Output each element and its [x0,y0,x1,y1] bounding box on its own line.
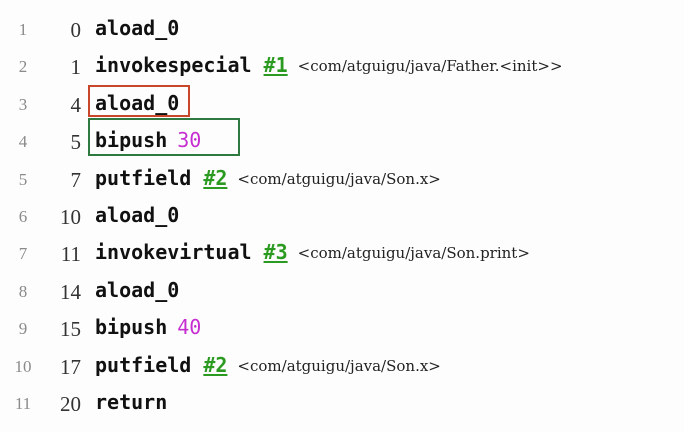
line-number: 9 [18,319,28,339]
opcode: putfield [95,165,192,190]
bytecode-view: 1 0 aload_0 2 1 invokespecial #1 <com/atguigu/j… [0,0,684,432]
instruction: putfield #2 <com/atguigu/java/Son.x> [95,166,441,190]
instruction: bipush 40 [95,315,201,339]
line-number: 4 [18,132,28,152]
line-number: 10 [14,356,32,376]
opcode: invokespecial [95,53,252,78]
line-number: 8 [18,281,28,301]
line-number: 7 [18,244,28,264]
line-number: 1 [18,20,28,39]
instruction: aload_0 [95,203,179,227]
reference-comment: <com/atguigu/java/Son.x> [237,169,441,188]
bytecode-offset: 15 [60,317,81,342]
highlight-box-bipush [88,118,240,156]
bytecode-line: 8 14 aload_0 [0,273,684,311]
bytecode-line: 7 11 invokevirtual #3 <com/atguigu/java/Son.… [0,235,684,273]
bytecode-offset: 5 [70,130,82,155]
line-number: 11 [14,394,32,413]
instruction: aload_0 [95,16,179,40]
constant-pool-ref-link[interactable]: #2 [203,353,227,377]
line-number: 6 [18,207,28,226]
reference-comment: <com/atguigu/java/Son.print> [297,244,530,263]
opcode: aload_0 [95,203,180,227]
instruction: invokespecial #1 <com/atguigu/java/Father.… [95,53,563,77]
bytecode-line: 2 1 invokespecial #1 <com/atguigu/java/Fathe… [0,48,684,86]
bytecode-offset: 7 [70,167,82,192]
reference-comment: <com/atguigu/java/Father.<init>> [297,57,563,76]
constant-pool-ref-link[interactable]: #2 [203,166,227,190]
reference-comment: <com/atguigu/java/Son.x> [237,356,441,375]
opcode: putfield [95,352,192,377]
highlight-box-aload [88,85,190,117]
constant-pool-ref-link[interactable]: #3 [264,240,288,264]
line-number: 3 [18,94,28,114]
bytecode-offset: 20 [60,392,81,416]
bytecode-offset: 10 [60,205,81,229]
opcode: aload_0 [95,277,180,302]
instruction: invokevirtual #3 <com/atguigu/java/Son.pri… [95,240,530,264]
bytecode-offset: 17 [60,354,81,379]
opcode: bipush [95,315,168,340]
opcode: invokevirtual [95,240,252,265]
opcode: aload_0 [95,16,180,40]
instruction: aload_0 [95,278,179,302]
int-operand: 40 [177,315,202,340]
bytecode-line: 6 10 aload_0 [0,198,684,236]
instruction: putfield #2 <com/atguigu/java/Son.x> [95,353,441,377]
bytecode-offset: 11 [60,242,81,267]
bytecode-offset: 14 [60,279,81,304]
bytecode-line: 1 0 aload_0 [0,11,684,49]
bytecode-offset: 0 [70,18,82,42]
line-number: 2 [18,57,28,77]
bytecode-line: 11 20 return [0,385,684,423]
bytecode-line: 5 7 putfield #2 <com/atguigu/java/Son.x> [0,161,684,199]
constant-pool-ref-link[interactable]: #1 [264,53,288,77]
instruction: return [95,390,167,414]
bytecode-offset: 1 [70,55,82,80]
bytecode-line: 10 17 putfield #2 <com/atguigu/java/Son.x> [0,348,684,386]
bytecode-line: 9 15 bipush 40 [0,310,684,348]
bytecode-offset: 4 [70,92,82,117]
opcode: return [95,390,168,414]
line-number: 5 [18,169,28,189]
